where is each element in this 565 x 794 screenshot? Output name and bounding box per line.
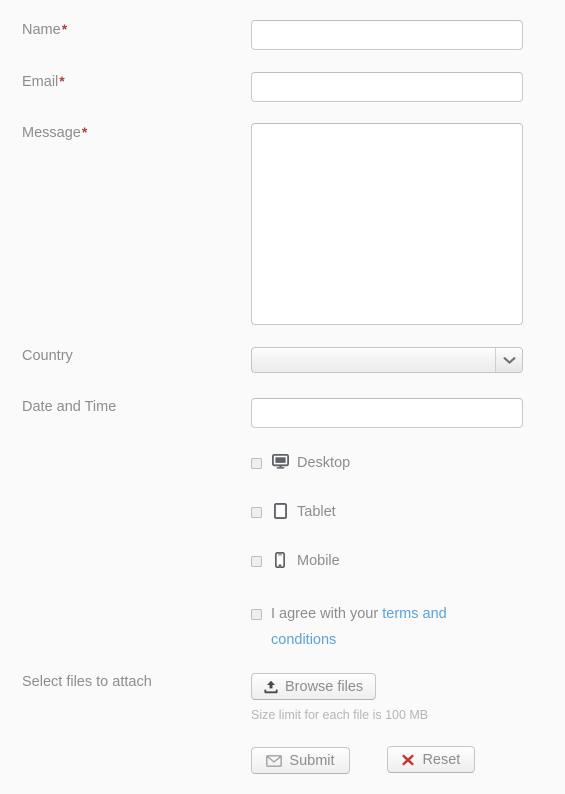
email-input[interactable] (251, 72, 523, 102)
browse-files-button[interactable]: Browse files (251, 673, 377, 700)
country-label-text: Country (22, 348, 73, 364)
form-row-device-desktop: Desktop (0, 454, 565, 473)
checkbox-desktop[interactable] (251, 458, 262, 469)
email-label: Email* (0, 72, 228, 91)
attach-label: Select files to attach (0, 673, 228, 691)
checkbox-label-mobile: Mobile (297, 553, 340, 569)
form-row-attach: Select files to attach Browse files Size… (0, 673, 565, 723)
country-label: Country (0, 347, 228, 365)
message-control (228, 123, 565, 325)
cross-icon (401, 753, 415, 767)
mobile-icon (271, 552, 289, 568)
message-required-asterisk: * (81, 124, 88, 140)
upload-icon (264, 680, 278, 694)
checkbox-row-desktop[interactable]: Desktop (251, 454, 565, 473)
form-row-email: Email* (0, 72, 565, 102)
name-label-text: Name (22, 22, 61, 38)
checkbox-label-tablet: Tablet (297, 504, 336, 520)
datetime-input[interactable] (251, 398, 523, 428)
contact-form: Name* Email* Message* Country Date and T… (0, 0, 565, 794)
checkbox-row-mobile[interactable]: Mobile (251, 552, 565, 571)
actions-control: Submit Reset (228, 746, 565, 774)
email-required-asterisk: * (59, 73, 65, 89)
checkbox-row-terms[interactable]: I agree with your terms and conditions (251, 601, 565, 653)
email-control (228, 72, 565, 102)
name-control (228, 20, 565, 50)
envelope-icon (266, 754, 283, 767)
datetime-label-text: Date and Time (22, 399, 117, 415)
checkbox-label-desktop: Desktop (297, 455, 351, 471)
checkbox-row-tablet[interactable]: Tablet (251, 503, 565, 522)
country-control (228, 347, 565, 373)
terms-control: I agree with your terms and conditions (228, 601, 565, 653)
browse-files-label: Browse files (285, 678, 364, 695)
message-label-text: Message (22, 125, 81, 141)
attach-label-text: Select files to attach (22, 674, 152, 690)
country-select[interactable] (251, 347, 523, 373)
terms-prefix-text: I agree with your (271, 606, 383, 622)
form-row-actions: Submit Reset (0, 746, 565, 774)
form-row-country: Country (0, 347, 565, 373)
chevron-down-icon[interactable] (495, 348, 522, 372)
form-row-terms: I agree with your terms and conditions (0, 601, 565, 653)
name-input[interactable] (251, 20, 523, 50)
submit-button[interactable]: Submit (251, 747, 350, 774)
checkbox-mobile[interactable] (251, 556, 262, 567)
file-size-hint: Size limit for each file is 100 MB (251, 708, 429, 722)
form-row-datetime: Date and Time (0, 398, 565, 428)
checkbox-tablet[interactable] (251, 507, 262, 518)
form-row-message: Message* (0, 123, 565, 325)
tablet-icon (271, 503, 289, 519)
reset-label: Reset (422, 751, 461, 768)
reset-button[interactable]: Reset (386, 746, 475, 773)
form-row-name: Name* (0, 20, 565, 50)
attach-control: Browse files Size limit for each file is… (228, 673, 565, 723)
device-tablet-control: Tablet (228, 503, 565, 522)
terms-text: I agree with your terms and conditions (271, 601, 486, 653)
submit-label: Submit (289, 752, 335, 769)
name-label: Name* (0, 20, 228, 39)
name-required-asterisk: * (61, 21, 68, 37)
desktop-icon (271, 454, 289, 469)
message-textarea[interactable] (251, 123, 523, 325)
device-desktop-control: Desktop (228, 454, 565, 473)
form-row-device-tablet: Tablet (0, 503, 565, 522)
datetime-control (228, 398, 565, 428)
form-row-device-mobile: Mobile (0, 552, 565, 571)
email-label-text: Email (22, 74, 59, 90)
checkbox-terms[interactable] (251, 609, 262, 620)
datetime-label: Date and Time (0, 398, 228, 416)
message-label: Message* (0, 123, 228, 142)
device-mobile-control: Mobile (228, 552, 565, 571)
